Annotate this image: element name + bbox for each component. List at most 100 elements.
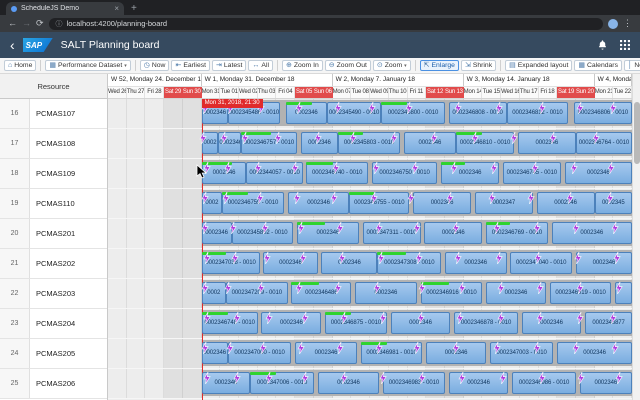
toolbar-button-all[interactable]: ↔All [248, 60, 273, 71]
resource-row[interactable]: 21PCMAS202 [0, 249, 107, 279]
lightning-bolt-icon [199, 131, 207, 143]
gantt-bar[interactable]: 0002346750 - 0010 [372, 162, 438, 184]
tab-close-icon[interactable]: × [114, 4, 119, 13]
planning-board: Resource 16PCMAS10717PCMAS10818PCMAS1091… [0, 74, 640, 400]
lightning-bolt-icon [493, 221, 501, 233]
toolbar-button-now[interactable]: ◷Now [140, 60, 170, 71]
resource-panel: Resource 16PCMAS10717PCMAS10818PCMAS1091… [0, 74, 108, 400]
reload-icon[interactable]: ⟳ [36, 19, 44, 28]
gantt-bar[interactable]: 0002346 [522, 312, 582, 334]
toolbar-button-expanded-layout[interactable]: ▤Expanded layout [505, 60, 572, 71]
app-grid-icon[interactable] [620, 40, 630, 50]
gantt-bar[interactable]: 0002346 [297, 222, 359, 244]
toolbar-button-home[interactable]: ⌂Home [4, 60, 36, 71]
chevron-down-icon: ▾ [124, 63, 127, 69]
lightning-bolt-icon [456, 311, 464, 323]
lightning-bolt-icon [572, 221, 580, 233]
week-header: W 52, Monday 24. December 18W 1, Monday … [108, 74, 632, 87]
lightning-bolt-icon [576, 101, 584, 113]
back-icon[interactable]: ← [8, 19, 17, 28]
lightning-bolt-icon [224, 161, 232, 173]
gantt-bar[interactable]: 0002346764 - 0010 [576, 132, 632, 154]
resource-row[interactable]: 25PCMAS206 [0, 369, 107, 399]
resource-row[interactable]: 23PCMAS204 [0, 309, 107, 339]
lightning-bolt-icon [495, 101, 503, 113]
shrink-icon: ⇲ [465, 62, 471, 69]
browser-tab[interactable]: ScheduleJS Demo × [6, 2, 124, 15]
gantt-bar[interactable]: 0002346 [413, 192, 471, 214]
scrollbar-thumb[interactable] [634, 102, 640, 164]
resource-row-name: PCMAS202 [30, 249, 107, 278]
gantt-bar[interactable]: 0002346 [286, 102, 327, 124]
toolbar-button-zoom[interactable]: ⊙Zoom▾ [373, 60, 411, 71]
vertical-scrollbar[interactable] [632, 74, 640, 400]
gantt-bar[interactable]: 0002346 [321, 252, 377, 274]
lightning-bolt-icon [203, 311, 211, 323]
gantt-bar[interactable]: 0002346 [576, 252, 632, 274]
day-header-cell: Tue 08 [351, 87, 370, 98]
gantt-bar[interactable]: 0002346757 - 0010 [241, 132, 297, 154]
resource-row[interactable]: 18PCMAS109 [0, 159, 107, 189]
toolbar-button-label: Home [14, 62, 32, 69]
gantt-bar[interactable]: 0002346 [318, 372, 380, 394]
day-grid-cell [127, 369, 146, 398]
day-grid-cell [164, 309, 183, 338]
new-tab-button[interactable]: + [124, 2, 144, 15]
lightning-bolt-icon [458, 371, 466, 383]
day-header-cell: Sat 19 [557, 87, 576, 98]
gantt-bar[interactable]: 0002346755 - 0010 [349, 192, 409, 214]
lightning-bolt-icon [314, 131, 322, 143]
resource-row[interactable]: 20PCMAS201 [0, 219, 107, 249]
gantt-bar[interactable]: 0002346 [580, 372, 632, 394]
day-grid-cell [108, 219, 127, 248]
notifications-bell-icon[interactable] [597, 40, 608, 51]
gantt-bar[interactable]: 0002346983 - 0010 [383, 372, 445, 394]
gantt-bar[interactable]: 0002346 [518, 132, 576, 154]
gantt-row: 00023460002347006 - 00100002346000234698… [108, 369, 632, 399]
day-grid-cell [127, 219, 146, 248]
lightning-bolt-icon [607, 161, 615, 173]
app-back-button[interactable]: ‹ [10, 38, 15, 52]
browser-menu-icon[interactable]: ⋮ [623, 19, 632, 28]
lightning-bolt-icon [233, 311, 241, 323]
forward-icon[interactable]: → [22, 19, 31, 28]
gantt-bar[interactable]: 0002346916 - 0010 [421, 282, 483, 304]
lightning-bolt-icon [615, 281, 623, 293]
day-header-cell: Fri 18 [539, 87, 558, 98]
day-header-cell: Wed 26 [108, 87, 127, 98]
site-info-icon[interactable]: ⓘ [56, 19, 63, 29]
address-bar[interactable]: ⓘ localhost:4200/planning-board [49, 18, 603, 30]
gantt-bar[interactable]: 0002346 [552, 222, 632, 244]
toolbar-button-zoom-out[interactable]: ⊖Zoom Out [325, 60, 371, 71]
gantt-bar[interactable]: 0002346 [355, 282, 417, 304]
gantt-bar[interactable]: 0002347308 - 0010 [377, 252, 441, 274]
gantt-bar[interactable]: 0002346875 - 0010 [325, 312, 387, 334]
resource-row[interactable]: 19PCMAS110 [0, 189, 107, 219]
resource-row[interactable]: 16PCMAS107 [0, 99, 107, 129]
resource-row-number: 18 [0, 159, 30, 188]
toolbar-button-zoom-in[interactable]: ⊕Zoom In [282, 60, 323, 71]
resource-row[interactable]: 24PCMAS205 [0, 339, 107, 369]
toolbar-button-enlarge[interactable]: ⇱Enlarge [420, 60, 459, 71]
lightning-bolt-icon [368, 101, 376, 113]
gantt-bar[interactable]: 0002346810 - 0010 [456, 132, 514, 154]
toolbar-button-shrink[interactable]: ⇲Shrink [461, 60, 496, 71]
toolbar-button-calendars[interactable]: ▦Calendars [574, 60, 622, 71]
profile-avatar[interactable] [608, 19, 618, 29]
resource-row[interactable]: 22PCMAS203 [0, 279, 107, 309]
gantt-bar[interactable]: 0002346 [263, 252, 317, 274]
gantt-bar[interactable]: 0002346 [557, 342, 632, 364]
lightning-bolt-icon [372, 161, 380, 173]
resource-row[interactable]: 17PCMAS108 [0, 129, 107, 159]
lightning-bolt-icon [301, 311, 309, 323]
gantt-bar[interactable]: 0002346759 - 0010 [222, 192, 284, 214]
toolbar-separator [415, 60, 416, 71]
toolbar-button-now-line[interactable]: │Now Line [624, 60, 640, 71]
lightning-bolt-icon [510, 131, 518, 143]
toolbar-button-performance-dataset[interactable]: ▦Performance Dataset▾ [45, 60, 130, 71]
zoom-icon: ⊙ [377, 62, 383, 69]
resource-row-number: 20 [0, 219, 30, 248]
gantt-bar[interactable]: 0002347 [475, 192, 533, 214]
toolbar-button-latest[interactable]: ⇥Latest [212, 60, 246, 71]
toolbar-button-earliest[interactable]: ⇤Earliest [171, 60, 210, 71]
